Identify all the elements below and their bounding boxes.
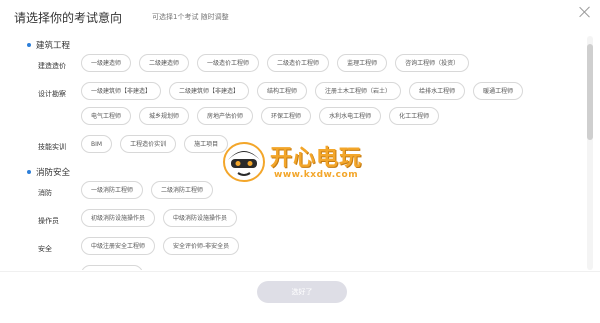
exam-option-chip[interactable]: BIM [81,135,113,153]
exam-option-chip[interactable]: 一级消防工程师 [81,181,144,199]
close-icon[interactable] [578,5,592,19]
scrollbar-thumb[interactable] [587,44,593,140]
chip-list: 中级注册安全工程师 安全评价师-非安全员 [81,237,561,262]
exam-option-chip[interactable]: 房地产估价师 [197,107,254,125]
group-label: 安全 [38,245,52,253]
exam-option-chip[interactable]: 咨询工程师（投资） [395,54,470,72]
exam-option-chip[interactable]: 注册土木工程师（岩土） [315,82,402,100]
confirm-button[interactable]: 选好了 [257,281,347,303]
exam-option-chip[interactable]: 二级消防工程师 [151,181,214,199]
group-label: 消防 [38,189,52,197]
page-subtitle: 可选择1个考试 随时调整 [152,13,229,21]
chip-list: 初级消防设施操作员 中级消防设施操作员 [81,209,561,234]
scrollbar[interactable] [587,36,593,270]
chip-list: 一级建造师 二级建造师 一级造价工程师 二级造价工程师 监理工程师 咨询工程师（投资） [81,54,561,79]
category-title: 消防安全 [36,168,71,178]
exam-option-chip[interactable]: 二级建造师 [139,54,190,72]
category-header: 建筑工程 [0,36,586,54]
exam-group: 安全 中级注册安全工程师 安全评价师-非安全员 [0,237,586,262]
bullet-icon [27,43,31,47]
exam-option-chip[interactable]: 工程造价实训 [120,135,177,153]
page-title: 请选择你的考试意向 [14,11,123,25]
chip-list [81,265,561,270]
exam-option-chip[interactable]: 城乡规划师 [139,107,190,125]
mascot-icon [223,142,265,182]
group-label: 技能实训 [38,143,66,151]
group-label: 建造造价 [38,62,66,70]
exam-option-chip[interactable]: 安全评价师-非安全员 [163,237,240,255]
exam-option-chip[interactable]: 中级消防设施操作员 [163,209,238,227]
exam-option-chip[interactable]: 中级注册安全工程师 [81,237,156,255]
exam-option-chip[interactable]: 暖通工程师 [473,82,524,100]
group-label: 设计勘察 [38,90,66,98]
exam-option-chip[interactable]: 二级建筑师【非建造】 [169,82,250,100]
exam-option-chip[interactable]: 初级消防设施操作员 [81,209,156,227]
watermark-title: 开心电玩 [270,146,363,171]
exam-group: 设计勘察 一级建筑师【非建造】 二级建筑师【非建造】 结构工程师 注册土木工程师（岩土）… [0,82,586,132]
group-label: 操作员 [38,217,59,225]
exam-option-chip[interactable]: 二级造价工程师 [267,54,330,72]
exam-option-chip[interactable] [81,265,143,270]
exam-option-chip[interactable]: 化工工程师 [389,107,440,125]
dialog-header: 请选择你的考试意向 可选择1个考试 随时调整 [0,0,600,36]
exam-group: 建造造价 一级建造师 二级建造师 一级造价工程师 二级造价工程师 监理工程师 咨询工程师（投… [0,54,586,79]
watermark-logo: 开心电玩 www.kxdw.com [222,138,382,186]
exam-option-chip[interactable]: 水利水电工程师 [319,107,382,125]
watermark-url: www.kxdw.com [274,170,359,180]
exam-option-chip[interactable]: 结构工程师 [257,82,308,100]
exam-option-chip[interactable]: 一级造价工程师 [197,54,260,72]
chip-list: 一级建筑师【非建造】 二级建筑师【非建造】 结构工程师 注册土木工程师（岩土） 给排水工… [81,82,561,132]
bullet-icon [27,170,31,174]
group-label [38,265,78,270]
exam-option-chip[interactable]: 一级建筑师【非建造】 [81,82,162,100]
exam-group: 操作员 初级消防设施操作员 中级消防设施操作员 [0,209,586,234]
exam-option-chip[interactable]: 给排水工程师 [409,82,466,100]
exam-option-chip[interactable]: 电气工程师 [81,107,132,125]
exam-group [0,265,586,270]
exam-option-chip[interactable]: 一级建造师 [81,54,132,72]
exam-option-chip[interactable]: 环保工程师 [261,107,312,125]
category-title: 建筑工程 [36,41,71,51]
footer-divider [0,271,600,272]
exam-option-chip[interactable]: 监理工程师 [337,54,388,72]
